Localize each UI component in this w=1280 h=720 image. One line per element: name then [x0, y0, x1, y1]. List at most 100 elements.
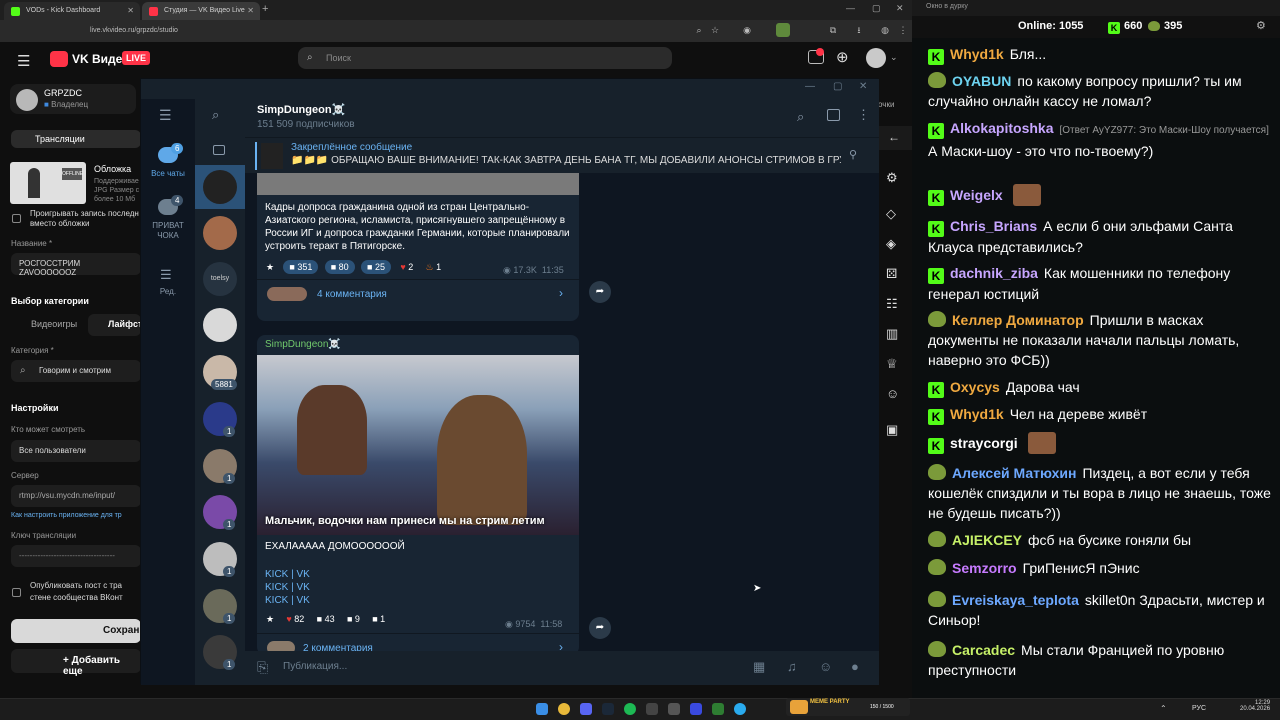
post-link[interactable]: KICK | VK	[265, 582, 310, 593]
chat-username[interactable]: AJIEKCEY	[952, 532, 1022, 548]
chat-avatar[interactable]	[203, 308, 237, 342]
chat-avatar[interactable]	[203, 216, 237, 250]
post-image[interactable]: Мальчик, водочки нам принеси мы на стрим…	[257, 355, 579, 535]
keyboard-language[interactable]: РУС	[1192, 705, 1206, 712]
diamond-icon[interactable]: ◇	[886, 206, 896, 222]
pinned-list-icon[interactable]: ⚲	[849, 148, 857, 161]
chat-username[interactable]: straycorgi	[950, 435, 1018, 451]
list-icon[interactable]: ☷	[886, 296, 898, 312]
schedule-icon[interactable]: ▦	[753, 659, 765, 675]
app-icon[interactable]	[668, 703, 680, 715]
new-tab-icon[interactable]: +	[262, 3, 268, 15]
forward-button[interactable]: ➦	[589, 617, 611, 639]
pinned-message-bar[interactable]: Закреплённое сообщение 📁📁📁 ОБРАЩАЮ ВАШЕ …	[245, 137, 879, 173]
chat-avatar[interactable]: toelsy	[203, 262, 237, 296]
chat-username[interactable]: dachnik_ziba	[950, 265, 1038, 281]
reaction-chip[interactable]: ♥ 2	[397, 260, 416, 274]
hamburger-icon[interactable]: ☰	[17, 52, 30, 70]
publish-checkbox[interactable]	[12, 588, 21, 597]
extension-icon[interactable]	[776, 23, 790, 37]
chat-username[interactable]: Chris_Brians	[950, 218, 1037, 234]
post-link[interactable]: KICK | VK	[265, 595, 310, 606]
spotify-icon[interactable]	[624, 703, 636, 715]
extensions-puzzle-icon[interactable]: ⧉	[826, 23, 840, 37]
title-input[interactable]: РОСГОССТРИМ ZAVOOOOOOZ	[11, 253, 141, 277]
category-select[interactable]: Говорим и смотрим	[11, 360, 141, 382]
add-icon[interactable]: ⊕	[836, 48, 849, 66]
zoom-icon[interactable]: ⌕	[692, 23, 706, 37]
trophy-icon[interactable]: ♕	[886, 356, 898, 372]
close-tab-icon[interactable]: ✕	[247, 6, 254, 15]
chrome-icon[interactable]	[558, 703, 570, 715]
reaction-chip[interactable]: ■ 43	[314, 612, 338, 626]
reaction-chip[interactable]: ♨ 1	[423, 260, 445, 275]
menu-kebab-icon[interactable]: ⋮	[896, 23, 910, 37]
settings-gear-icon[interactable]: ⚙	[1256, 19, 1266, 32]
steam-icon[interactable]	[602, 703, 614, 715]
chat-username[interactable]: Semzorro	[952, 560, 1017, 576]
close-window-icon[interactable]: ✕	[896, 3, 904, 14]
star-reaction-icon[interactable]: ★	[263, 612, 277, 627]
bell-icon[interactable]: ♫	[787, 659, 797, 674]
clock[interactable]: 12:29 20.04.2026	[1240, 700, 1270, 712]
browser-tab-kick[interactable]: VODs - Kick Dashboard ✕	[4, 2, 140, 20]
folder-all-chats[interactable]: 6 Все чаты	[145, 143, 191, 191]
reaction-chip[interactable]: ■ 80	[324, 260, 355, 274]
who-can-watch-select[interactable]: Все пользователи	[11, 440, 141, 462]
bookmark-star-icon[interactable]: ☆	[708, 23, 722, 37]
meme-party-widget[interactable]: MEME PARTY 150 / 1500	[786, 698, 910, 716]
post-link[interactable]: KICK | VK	[265, 569, 310, 580]
search-icon[interactable]: ⌕	[797, 109, 804, 125]
url-field[interactable]: live.vkvideo.ru/grpzdc/studio	[90, 24, 690, 38]
how-to-setup-link[interactable]: Как настроить приложение для тр	[11, 512, 122, 519]
forward-button[interactable]: ➦	[589, 281, 611, 303]
reaction-chip[interactable]: ■ 1	[369, 612, 388, 626]
gem-icon[interactable]: ◈	[886, 236, 896, 252]
download-icon[interactable]: ⭳	[852, 23, 866, 37]
comments-link[interactable]: 4 комментария ›	[257, 281, 579, 309]
browser-tab-vk[interactable]: Студия — VK Видео Live ✕	[142, 2, 260, 20]
search-icon[interactable]: ⌕	[212, 107, 219, 123]
vk-logo-icon[interactable]	[50, 51, 68, 67]
discord-icon[interactable]	[580, 703, 592, 715]
chat-username[interactable]: Alkokapitoshka	[950, 120, 1053, 136]
server-input[interactable]: rtmp://vsu.mycdn.me/input/	[11, 485, 141, 507]
chat-item-selected[interactable]	[195, 165, 245, 209]
stats-icon[interactable]: ▥	[886, 326, 898, 342]
more-menu-icon[interactable]: ⋮	[857, 107, 870, 123]
chat-username[interactable]: Oxycys	[950, 379, 1000, 395]
category-tab-games[interactable]: Видеоигры	[11, 314, 83, 336]
chat-username[interactable]: Evreiskaya_teplota	[952, 592, 1079, 608]
chat-username[interactable]: Келлер Доминатор	[952, 312, 1084, 328]
collapse-panel-button[interactable]: ←	[878, 126, 912, 150]
media-icon[interactable]: ▣	[886, 422, 898, 438]
category-tab-life[interactable]: Лайфст	[88, 314, 142, 336]
settings-gear-icon[interactable]: ⚙	[886, 170, 898, 186]
close-window-icon[interactable]: ✕	[859, 81, 867, 92]
hamburger-icon[interactable]: ☰	[159, 107, 172, 124]
post-image[interactable]	[257, 173, 579, 195]
chat-username[interactable]: Whyd1k	[950, 406, 1004, 422]
reaction-chip[interactable]: ■ 25	[361, 260, 391, 274]
close-tab-icon[interactable]: ✕	[127, 6, 134, 15]
minimize-icon[interactable]: —	[846, 3, 855, 13]
message-input[interactable]: Публикация...	[283, 661, 347, 672]
avatar[interactable]	[866, 48, 886, 68]
extension-icon[interactable]: ◉	[740, 23, 754, 37]
profile-icon[interactable]: ◍	[878, 23, 892, 37]
reaction-chip[interactable]: ■ 351	[283, 260, 319, 274]
reaction-chip[interactable]: ♥ 82	[283, 612, 307, 626]
folder-private[interactable]: 4 ПРИВАТ ЧОКА	[145, 195, 191, 255]
search-input[interactable]: ⌕ Поиск	[298, 47, 672, 69]
chevron-down-icon[interactable]: ⌄	[890, 52, 898, 63]
telegram-icon[interactable]	[734, 703, 746, 715]
folder-edit[interactable]: ☰ Ред.	[145, 265, 191, 305]
chat-username[interactable]: OYABUN	[952, 73, 1011, 89]
tab-streams[interactable]: Трансляции	[11, 130, 141, 148]
chat-username[interactable]: Carcadec	[952, 642, 1015, 658]
app-icon[interactable]	[690, 703, 702, 715]
maximize-icon[interactable]: ▢	[872, 3, 881, 14]
app-icon[interactable]	[712, 703, 724, 715]
attach-icon[interactable]: ⎘	[257, 659, 268, 676]
maximize-icon[interactable]: ▢	[833, 81, 842, 92]
